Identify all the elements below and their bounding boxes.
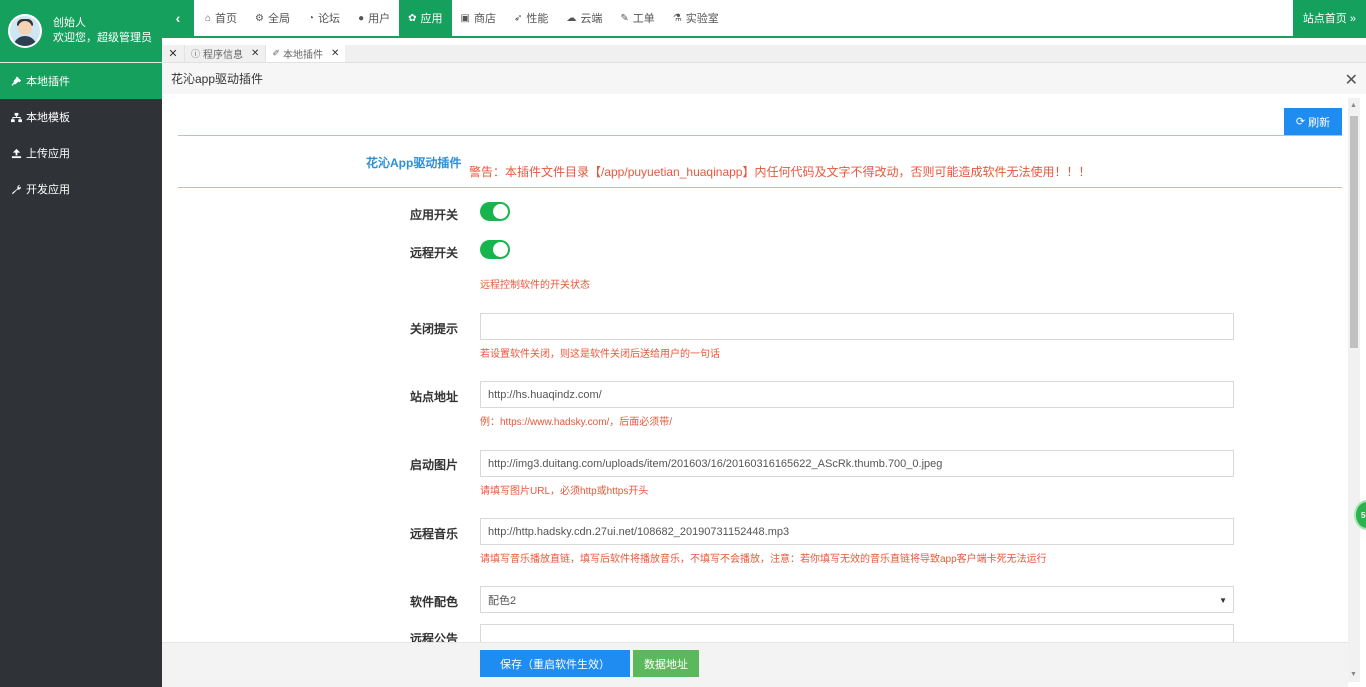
panel-header: 花沁app驱动插件 ✕ (162, 63, 1366, 94)
divider (178, 187, 1342, 188)
topnav-item-apps[interactable]: ✿ 应用 (399, 0, 452, 36)
top-nav: ‹ ⌂ 首页 ⚙ 全局 ◔ 论坛 ● 用户 ✿ 应用 ▣ 商店 ➶ 性能 ☁ 云端 ✎ 工单 ⚗ 实… (162, 0, 1366, 38)
remote-notice-input[interactable] (480, 624, 1234, 642)
launch-image-input[interactable]: http://img3.duitang.com/uploads/item/201… (480, 450, 1234, 477)
topnav-item-home[interactable]: ⌂ 首页 (196, 0, 246, 36)
wrench-icon (10, 183, 22, 195)
topnav-item-global[interactable]: ⚙ 全局 (246, 0, 299, 36)
avatar[interactable] (8, 14, 42, 48)
user-name: 创始人 (53, 17, 86, 29)
close-icon: ✕ (168, 48, 178, 60)
plugin-settings-form: ⟳ 刷新 花沁App驱动插件 警告：本插件文件目录【/app/puyuetian… (178, 94, 1342, 642)
remote-switch-hint: 远程控制软件的开关状态 (480, 280, 590, 291)
scrollbar-thumb[interactable] (1350, 116, 1358, 348)
refresh-button[interactable]: ⟳ 刷新 (1284, 108, 1342, 135)
sidebar-toggle-button[interactable]: ‹ (162, 0, 194, 36)
launch-image-hint: 请填写图片URL，必须http或https开头 (480, 486, 649, 497)
rocket-icon: ➶ (513, 12, 523, 24)
users-icon: ● (358, 12, 365, 24)
plug-icon: ✐ (272, 48, 280, 58)
close-all-tabs-button[interactable]: ✕ (162, 45, 184, 62)
site-home-link[interactable]: 站点首页 » (1292, 0, 1366, 36)
remote-music-input[interactable]: http://http.hadsky.cdn.27ui.net/108682_2… (480, 518, 1234, 545)
cogs-icon: ⚙ (255, 12, 265, 24)
panel-title: 花沁app驱动插件 (171, 72, 264, 86)
site-url-label: 站点地址 (409, 390, 458, 404)
remote-switch-toggle[interactable] (480, 240, 510, 259)
topnav-item-performance[interactable]: ➶ 性能 (505, 0, 557, 36)
scrollbar[interactable]: ▲ ▼ (1348, 98, 1360, 682)
scroll-up-icon[interactable]: ▲ (1350, 102, 1357, 109)
user-greeting: 欢迎您，超级管理员 (53, 32, 152, 44)
remote-music-label: 远程音乐 (409, 527, 458, 541)
sidebar-item-upload-app[interactable]: 上传应用 (0, 135, 162, 171)
info-icon: ⓘ (191, 49, 201, 59)
app-switch-label: 应用开关 (409, 208, 458, 222)
upload-icon (10, 147, 22, 159)
close-tip-hint: 若设置软件关闭，则这是软件关闭后送给用户的一句话 (480, 349, 720, 360)
plugin-title: 花沁App驱动插件 (366, 156, 462, 170)
divider (178, 135, 1342, 136)
sitemap-icon (10, 111, 22, 123)
site-url-hint: 例：https://www.hadsky.com/，后面必须带/ (480, 417, 673, 428)
comments-icon: ◔ (308, 12, 315, 24)
close-tip-input[interactable] (480, 313, 1234, 340)
sidebar-item-develop-app[interactable]: 开发应用 (0, 171, 162, 207)
topnav-item-cloud[interactable]: ☁ 云端 (557, 0, 611, 36)
home-icon: ⌂ (205, 12, 212, 24)
chevron-left-icon: ‹ (175, 10, 181, 26)
sidebar-item-local-templates[interactable]: 本地模板 (0, 99, 162, 135)
plug-icon (10, 75, 22, 87)
topnav-item-shop[interactable]: ▣ 商店 (452, 0, 505, 36)
close-icon[interactable]: ✕ (251, 48, 259, 59)
shop-icon: ▣ (460, 12, 470, 24)
remote-switch-label: 远程开关 (409, 246, 458, 260)
save-button[interactable]: 保存（重启软件生效） (480, 650, 630, 677)
form-actions: 保存（重启软件生效） 数据地址 (162, 642, 1348, 687)
caret-down-icon: ▼ (1219, 596, 1227, 605)
close-icon[interactable]: ✕ (1345, 70, 1358, 90)
color-scheme-select[interactable]: 配色2 ▼ (480, 586, 1234, 613)
launch-image-label: 启动图片 (409, 458, 458, 472)
color-scheme-label: 软件配色 (409, 595, 458, 609)
tab-bar: ✕ ⓘ 程序信息 ✕ ✐ 本地插件 ✕ (162, 45, 1366, 63)
cloud-icon: ☁ (566, 12, 577, 24)
data-url-button[interactable]: 数据地址 (633, 650, 699, 677)
close-icon[interactable]: ✕ (331, 48, 339, 59)
user-profile: 创始人 欢迎您，超级管理员 (0, 0, 162, 63)
topnav-item-tickets[interactable]: ✎ 工单 (611, 0, 663, 36)
remote-music-hint: 请填写音乐播放直链，填写后软件将播放音乐，不填写不会播放，注意：若你填写无效的音… (480, 554, 1047, 565)
scroll-down-icon[interactable]: ▼ (1350, 671, 1357, 678)
apps-icon: ✿ (408, 12, 417, 24)
side-nav: 本地插件 本地模板 上传应用 开发应用 (0, 63, 162, 207)
sidebar: 创始人 欢迎您，超级管理员 本地插件 本地模板 上传应用 开发应用 (0, 0, 162, 687)
flask-icon: ⚗ (672, 12, 682, 24)
topnav-item-forum[interactable]: ◔ 论坛 (299, 0, 349, 36)
tab-local-plugins[interactable]: ✐ 本地插件 ✕ (265, 45, 346, 62)
refresh-icon: ⟳ (1295, 116, 1306, 128)
topnav-item-lab[interactable]: ⚗ 实验室 (664, 0, 728, 36)
tab-program-info[interactable]: ⓘ 程序信息 ✕ (184, 45, 265, 62)
sidebar-item-local-plugins[interactable]: 本地插件 (0, 63, 162, 99)
close-tip-label: 关闭提示 (409, 322, 458, 336)
remote-notice-label: 远程公告 (409, 632, 458, 642)
plugin-warning: 警告：本插件文件目录【/app/puyuetian_huaqinapp】内任何代… (469, 165, 1091, 179)
topnav-item-users[interactable]: ● 用户 (349, 0, 399, 36)
app-switch-toggle[interactable] (480, 202, 510, 221)
wrench-icon: ✎ (620, 12, 629, 24)
site-url-input[interactable]: http://hs.huaqindz.com/ (480, 381, 1234, 408)
